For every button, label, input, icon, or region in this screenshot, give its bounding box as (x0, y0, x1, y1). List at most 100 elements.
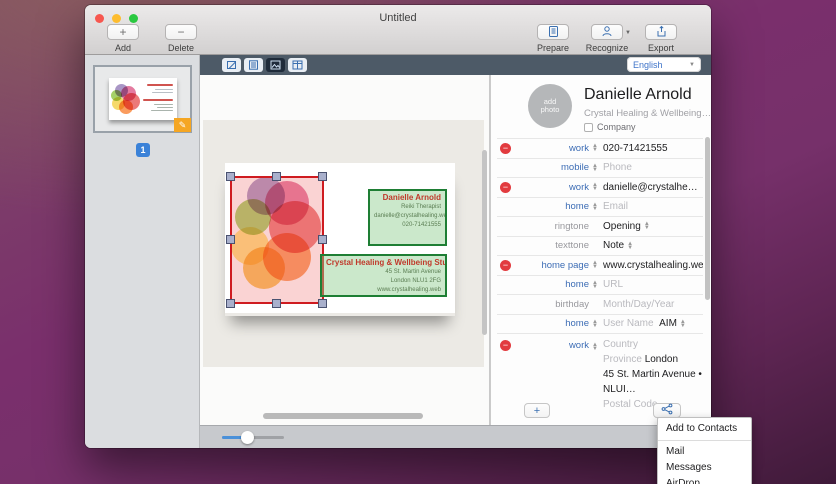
field-label: ringtone (554, 220, 589, 232)
zoom-slider-knob[interactable] (241, 431, 254, 444)
value-stepper-icon[interactable]: ▲ ▼ (644, 221, 650, 231)
street-value: 45 St. Martin Avenue • NLUI… (603, 369, 702, 395)
recognize-person-icon (601, 25, 614, 40)
label-stepper-icon[interactable]: ▲ ▼ (589, 182, 599, 192)
label-stepper-icon[interactable]: ▲ ▼ (589, 280, 599, 290)
remove-field-button[interactable]: − (500, 181, 511, 193)
field-row-im: home ▲ ▼ User Name AIM ▲ ▼ (497, 313, 703, 334)
share-menu-item-mail[interactable]: Mail (658, 444, 751, 460)
view-image-button[interactable] (266, 58, 285, 72)
field-label: birthday (555, 298, 589, 310)
canvas-vertical-scrollbar[interactable] (482, 150, 487, 335)
field-label[interactable]: home (523, 279, 589, 290)
view-crop-button[interactable] (222, 58, 241, 72)
field-placeholder[interactable]: URL (603, 279, 623, 290)
field-value[interactable]: Opening ▲ ▼ (599, 221, 703, 232)
label-stepper-icon[interactable]: ▲ ▼ (589, 163, 599, 173)
field-placeholder: User Name (603, 318, 654, 330)
field-value[interactable]: 020-71421555 (599, 143, 703, 154)
share-button[interactable] (653, 403, 681, 418)
view-split-button[interactable] (288, 58, 307, 72)
label-stepper-icon[interactable]: ▲ ▼ (589, 202, 599, 212)
address-block[interactable]: Country Province London 45 St. Martin Av… (599, 337, 703, 412)
remove-field-button[interactable]: − (500, 259, 511, 271)
field-row-email-home: home ▲ ▼ Email (497, 196, 703, 217)
selection-handle[interactable] (318, 235, 327, 244)
field-value[interactable]: Note ▲ ▼ (599, 240, 703, 251)
field-placeholder[interactable]: Month/Day/Year (603, 299, 674, 310)
value-stepper-icon[interactable]: ▲ ▼ (627, 241, 633, 251)
selection-handle[interactable] (226, 172, 235, 181)
selection-handle[interactable] (226, 299, 235, 308)
canvas-horizontal-scrollbar[interactable] (263, 413, 423, 419)
selection-handle[interactable] (272, 299, 281, 308)
selection-handle[interactable] (318, 172, 327, 181)
field-placeholder[interactable]: Phone (603, 162, 632, 173)
share-menu-item-add-to-contacts[interactable]: Add to Contacts (658, 421, 751, 437)
card-text-line: 020-71421555 (402, 222, 441, 228)
selection-handle[interactable] (272, 172, 281, 181)
field-label[interactable]: work (523, 143, 589, 154)
card-text-line: Reiki Therapist (401, 204, 441, 210)
label-stepper-icon[interactable]: ▲ ▼ (589, 319, 599, 329)
field-value[interactable]: danielle@crystalhe… (599, 182, 703, 193)
field-value[interactable]: User Name AIM ▲ ▼ (599, 318, 703, 329)
recognize-dropdown-caret[interactable]: ▼ (625, 30, 631, 36)
card-text-line: London NLU1 2FG (390, 278, 441, 284)
text-region-company[interactable]: Crystal Healing & Wellbeing Studio 45 St… (320, 254, 447, 297)
export-share-icon (655, 25, 668, 40)
remove-field-button[interactable]: − (500, 142, 511, 154)
card-thumbnail-image (109, 78, 177, 120)
recognize-button[interactable]: ▼ (591, 24, 631, 40)
share-menu-item-messages[interactable]: Messages (658, 460, 751, 476)
menu-separator (658, 440, 751, 441)
view-text-button[interactable] (244, 58, 263, 72)
share-menu-item-airdrop[interactable]: AirDrop (658, 476, 751, 484)
field-row-phone-work: − work ▲ ▼ 020-71421555 (497, 138, 703, 158)
page-number-badge: 1 (136, 143, 150, 157)
city-value: London (644, 354, 679, 365)
field-value[interactable]: www.crystalhealing.web (599, 260, 703, 271)
field-label[interactable]: home (523, 318, 589, 329)
selection-handle[interactable] (226, 235, 235, 244)
field-placeholder[interactable]: Email (603, 201, 628, 212)
prepare-button[interactable] (537, 24, 569, 40)
field-label[interactable]: home (523, 201, 589, 212)
language-select[interactable]: English ▼ (627, 57, 701, 72)
province-placeholder: Province (603, 354, 642, 365)
panel-scrollbar[interactable] (705, 137, 710, 300)
contact-organization[interactable]: Crystal Healing & Wellbeing… (584, 108, 711, 119)
field-row-ringtone: ringtone Opening ▲ ▼ (497, 216, 703, 236)
toolbar: Untitled + Add − Delete Prepare ▼ Recogn… (85, 5, 711, 55)
add-button[interactable]: + (107, 24, 139, 40)
flower-logo-thumb (111, 84, 141, 114)
field-row-homepage: − home page ▲ ▼ www.crystalhealing.web (497, 255, 703, 275)
contact-name[interactable]: Danielle Arnold (584, 86, 692, 104)
zoom-slider[interactable] (222, 431, 284, 444)
export-button[interactable] (645, 24, 677, 40)
field-label[interactable]: mobile (523, 162, 589, 173)
card-thumbnail[interactable]: ✎ (93, 65, 192, 133)
add-photo-label: add photo (540, 97, 560, 114)
label-stepper-icon[interactable]: ▲ ▼ (589, 143, 599, 153)
field-row-address: − work ▲ ▼ Country Province London 45 St.… (497, 333, 703, 410)
text-region-contact[interactable]: Danielle Arnold Reiki Therapist danielle… (368, 189, 447, 246)
selection-handle[interactable] (318, 299, 327, 308)
company-checkbox[interactable] (584, 122, 593, 132)
label-stepper-icon[interactable]: ▲ ▼ (589, 342, 599, 352)
field-label[interactable]: home page (523, 260, 589, 271)
remove-field-button[interactable]: − (500, 340, 511, 351)
field-label[interactable]: work (523, 182, 589, 193)
add-field-button[interactable]: + (524, 403, 550, 418)
view-mode-segments (222, 58, 307, 72)
card-company-text: Crystal Healing & Wellbeing Studio (326, 258, 447, 267)
delete-button[interactable]: − (165, 24, 197, 40)
label-stepper-icon[interactable]: ▲ ▼ (589, 260, 599, 270)
card-text-line: 45 St. Martin Avenue (385, 269, 441, 275)
add-photo-button[interactable]: add photo (528, 84, 572, 128)
view-mode-bar: English ▼ (200, 55, 711, 75)
logo-selection-region[interactable] (230, 176, 324, 304)
field-label[interactable]: work (523, 340, 589, 351)
value-stepper-icon[interactable]: ▲ ▼ (680, 319, 686, 329)
company-checkbox-label: Company (597, 122, 636, 132)
